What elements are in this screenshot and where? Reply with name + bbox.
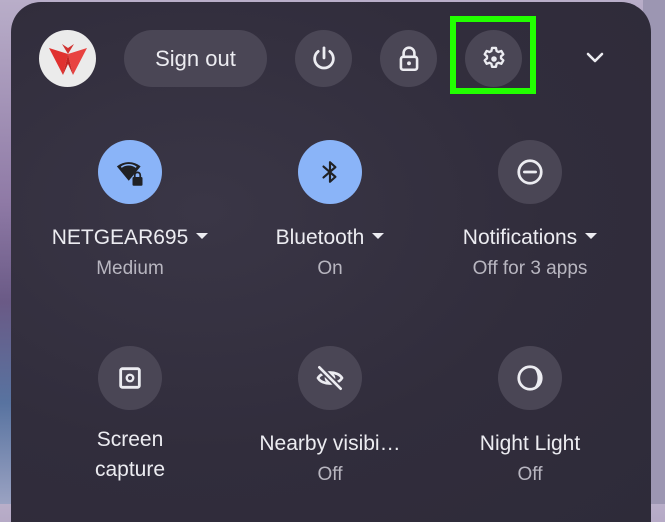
bluetooth-status: On <box>317 258 343 279</box>
night-light-label: Night Light <box>479 432 581 455</box>
night-light-status: Off <box>517 464 543 485</box>
eye-off-icon <box>316 365 344 391</box>
tile-notifications: Notifications Off for 3 apps <box>430 140 630 280</box>
bluetooth-icon <box>322 161 337 183</box>
nearby-visibility-status: Off <box>317 464 343 485</box>
screen-capture-button[interactable] <box>98 346 162 410</box>
tile-wifi: NETGEAR695 Medium <box>30 140 230 280</box>
origami-bird-icon <box>48 43 87 75</box>
screen-capture-label-line2: capture <box>94 458 166 481</box>
screen-capture-label-line1: Screen <box>96 428 164 451</box>
wifi-toggle[interactable] <box>98 140 162 204</box>
tile-bluetooth: Bluetooth On <box>230 140 430 280</box>
screen-capture-icon <box>119 367 141 389</box>
notifications-label-text: Notifications <box>462 226 578 249</box>
wifi-label[interactable]: NETGEAR695 <box>52 226 209 250</box>
tile-screen-capture: Screen capture <box>30 346 230 482</box>
power-icon <box>312 46 335 69</box>
gear-icon <box>483 46 504 68</box>
night-light-icon <box>517 365 543 391</box>
nearby-visibility-label: Nearby visibi… <box>259 432 401 455</box>
dropdown-caret-icon <box>196 233 209 239</box>
wifi-signal-status: Medium <box>96 258 164 279</box>
nearby-visibility-toggle[interactable] <box>298 346 362 410</box>
bluetooth-label[interactable]: Bluetooth <box>276 226 385 250</box>
tile-night-light: Night Light Off <box>430 346 630 486</box>
bluetooth-label-text: Bluetooth <box>275 226 365 249</box>
sign-out-button[interactable]: Sign out <box>124 30 267 87</box>
lock-icon <box>399 45 418 71</box>
bluetooth-toggle[interactable] <box>298 140 362 204</box>
do-not-disturb-icon <box>517 159 543 185</box>
notifications-toggle[interactable] <box>498 140 562 204</box>
tile-nearby-visibility: Nearby visibi… Off <box>230 346 430 486</box>
wifi-network-name: NETGEAR695 <box>51 226 189 249</box>
chevron-down-icon <box>586 52 604 63</box>
notifications-label[interactable]: Notifications <box>462 226 598 250</box>
wifi-lock-icon <box>116 162 143 186</box>
dropdown-caret-icon <box>372 233 385 239</box>
screen-capture-label: Screen capture <box>95 428 165 482</box>
settings-button[interactable] <box>465 30 522 87</box>
user-avatar[interactable] <box>39 30 96 87</box>
collapse-button[interactable] <box>575 38 615 78</box>
night-light-toggle[interactable] <box>498 346 562 410</box>
notifications-status: Off for 3 apps <box>472 258 588 279</box>
lock-button[interactable] <box>380 30 437 87</box>
power-button[interactable] <box>295 30 352 87</box>
dropdown-caret-icon <box>585 233 598 239</box>
